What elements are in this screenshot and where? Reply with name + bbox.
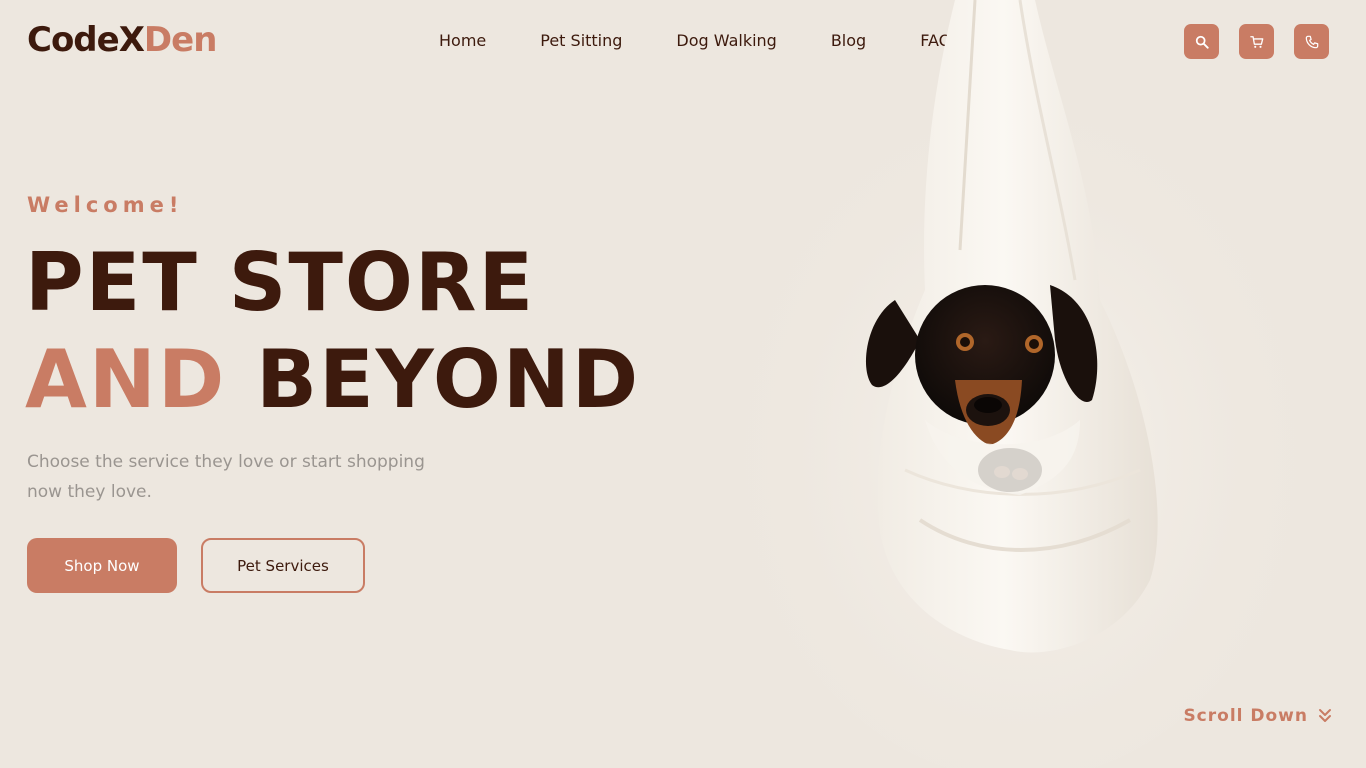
hero-headline-line1: PET STORE <box>25 236 536 329</box>
nav-pet-sitting[interactable]: Pet Sitting <box>540 31 622 50</box>
scroll-down-link[interactable]: Scroll Down <box>1183 706 1332 726</box>
welcome-text: Welcome! <box>27 193 184 217</box>
hero-dog-image <box>730 0 1310 768</box>
hero-headline-line2: AND BEYOND <box>25 340 640 420</box>
hero-subtitle: Choose the service they love or start sh… <box>27 452 425 502</box>
hero-headline-rest: BEYOND <box>256 333 641 426</box>
brand-logo[interactable]: CodeXDen <box>27 20 217 60</box>
pet-services-button[interactable]: Pet Services <box>201 538 365 593</box>
brand-name-part2: Den <box>143 20 217 60</box>
double-chevron-down-icon <box>1319 709 1331 722</box>
hero-headline-accent: AND <box>25 333 227 426</box>
nav-home[interactable]: Home <box>439 31 486 50</box>
brand-name-part1: CodeX <box>27 20 145 60</box>
shop-now-button[interactable]: Shop Now <box>27 538 177 593</box>
scroll-down-label: Scroll Down <box>1183 706 1308 726</box>
